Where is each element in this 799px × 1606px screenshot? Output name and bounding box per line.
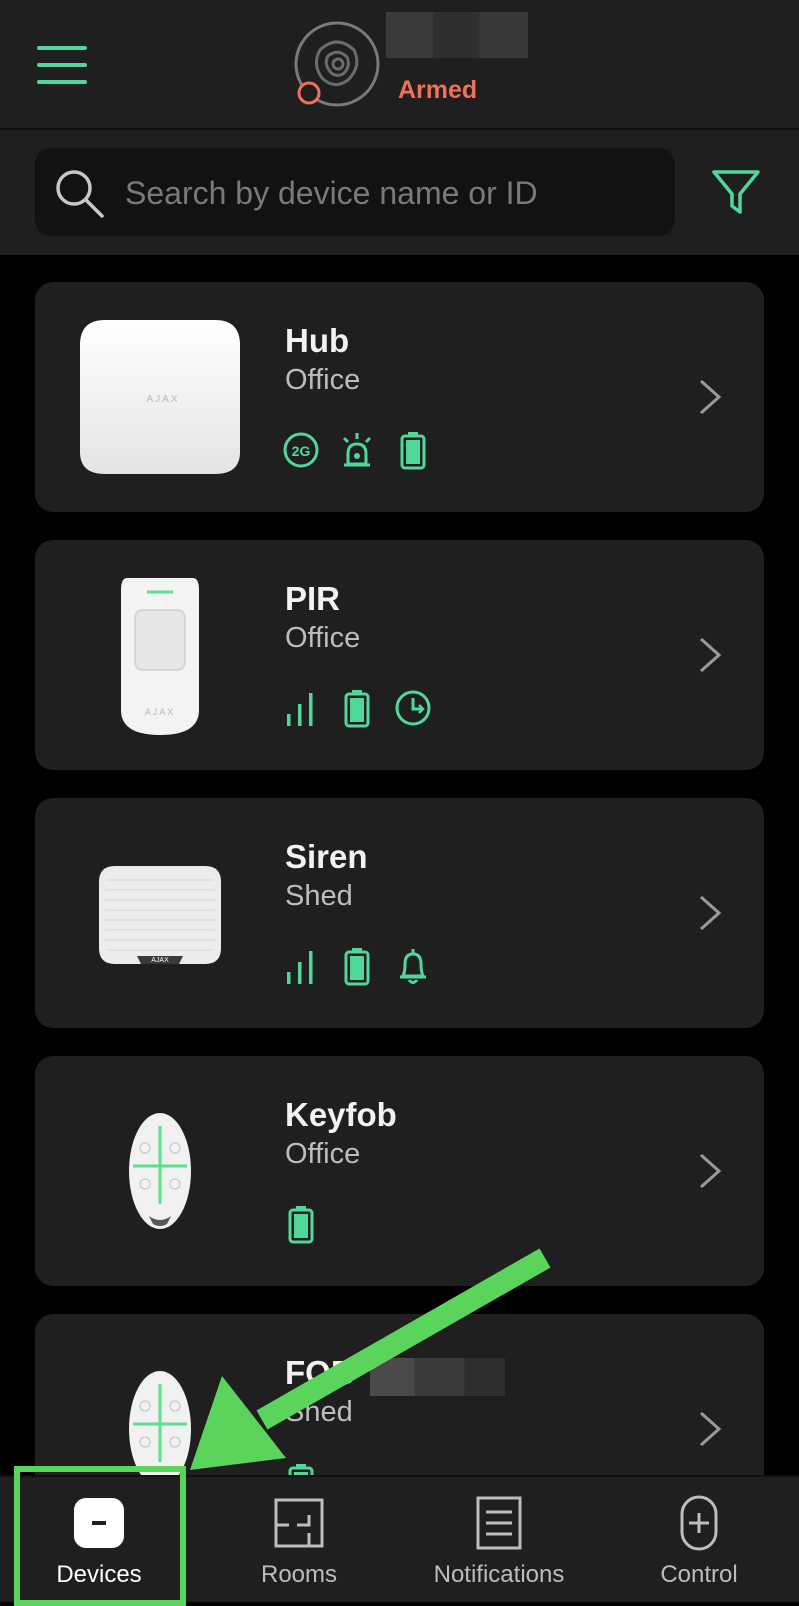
notifications-icon — [476, 1496, 522, 1550]
status-icons: 2G — [282, 430, 432, 472]
keyfob-device-image — [129, 1371, 191, 1475]
svg-text:AJAX: AJAX — [145, 707, 176, 717]
tab-label: Notifications — [433, 1561, 565, 1588]
search-input[interactable] — [123, 148, 667, 238]
hub-name-redacted — [386, 12, 528, 58]
device-name-redacted — [370, 1358, 505, 1396]
tab-notifications[interactable]: Notifications — [404, 1477, 594, 1602]
search-bar — [0, 130, 799, 255]
signal-strength-icon — [287, 951, 313, 984]
battery-icon — [288, 1206, 314, 1244]
chevron-right-icon — [700, 895, 722, 931]
svg-text:AJAX: AJAX — [151, 957, 169, 964]
delay-timer-icon — [395, 690, 431, 726]
device-name: PIR — [285, 580, 341, 617]
status-icons — [282, 688, 432, 730]
battery-icon — [344, 948, 370, 986]
device-name: Siren — [285, 838, 368, 875]
status-icons — [282, 1204, 320, 1246]
device-name: Hub — [285, 322, 350, 359]
keyfob-device-image — [129, 1113, 191, 1229]
device-room: Office — [285, 1138, 361, 1170]
device-room: Office — [285, 364, 361, 396]
chevron-right-icon — [700, 1153, 722, 1189]
status-icons — [282, 1462, 320, 1475]
battery-icon — [344, 690, 370, 728]
battery-icon — [400, 432, 426, 470]
pir-device-image: AJAX — [121, 578, 199, 735]
signal-strength-icon — [287, 693, 313, 726]
chevron-right-icon — [700, 637, 722, 673]
hub-device-image: AJAX — [80, 320, 240, 474]
filter-icon[interactable] — [710, 166, 762, 218]
tab-label: Rooms — [260, 1561, 338, 1588]
tab-control[interactable]: Control — [604, 1477, 794, 1602]
annotation-highlight-box — [14, 1466, 186, 1606]
control-icon — [680, 1495, 718, 1551]
app-header: Armed — [0, 0, 799, 130]
siren-device-image: AJAX — [99, 866, 221, 964]
device-card-fob[interactable]: FOB Shed — [35, 1314, 764, 1475]
device-room: Office — [285, 622, 361, 654]
device-card-keyfob[interactable]: Keyfob Office — [35, 1056, 764, 1286]
armed-status: Armed — [398, 76, 478, 104]
device-room: Shed — [285, 880, 353, 912]
svg-text:2G: 2G — [292, 443, 311, 459]
chevron-right-icon — [700, 379, 722, 415]
device-list: AJAX Hub Office 2G AJAX PIR Office AJAX … — [0, 255, 799, 1475]
tab-rooms[interactable]: Rooms — [204, 1477, 394, 1602]
device-card-hub[interactable]: AJAX Hub Office 2G — [35, 282, 764, 512]
device-card-pir[interactable]: AJAX PIR Office — [35, 540, 764, 770]
tab-label: Control — [660, 1561, 738, 1588]
device-name: FOB — [285, 1354, 355, 1391]
device-room: Shed — [285, 1396, 353, 1428]
bell-icon — [400, 949, 426, 984]
search-box[interactable] — [35, 148, 675, 238]
hub-shield-icon[interactable] — [290, 20, 380, 110]
device-card-siren[interactable]: AJAX Siren Shed — [35, 798, 764, 1028]
status-icons — [282, 946, 432, 988]
hamburger-menu-icon[interactable] — [37, 46, 87, 84]
2g-icon: 2G — [283, 432, 319, 468]
svg-text:AJAX: AJAX — [146, 394, 179, 405]
alarm-siren-icon — [342, 433, 372, 467]
device-name: Keyfob — [285, 1096, 397, 1133]
battery-icon — [288, 1464, 314, 1475]
search-icon — [56, 170, 104, 218]
rooms-icon — [274, 1498, 324, 1548]
chevron-right-icon — [700, 1411, 722, 1447]
